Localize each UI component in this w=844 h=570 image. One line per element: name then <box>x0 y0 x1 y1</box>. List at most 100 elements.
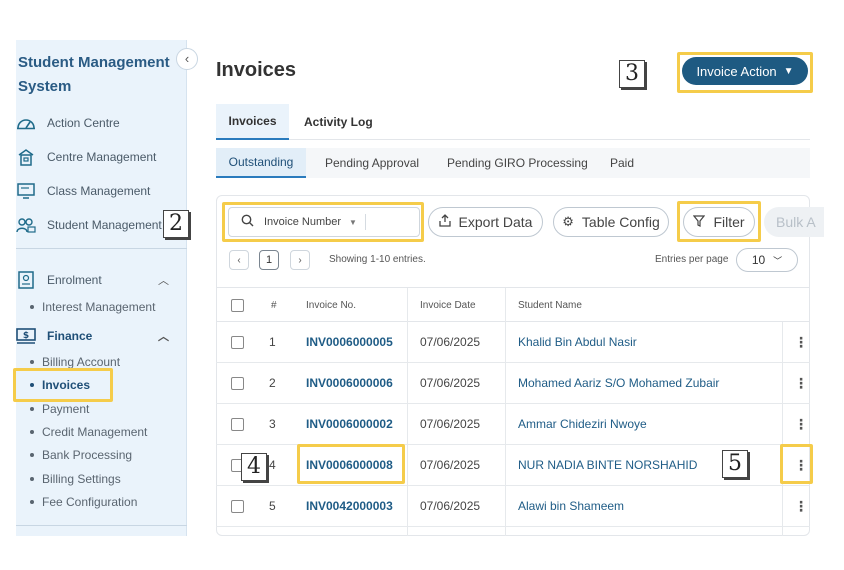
sidebar-subitem-bank-processing[interactable]: Bank Processing <box>30 447 132 463</box>
invoice-action-label: Invoice Action <box>696 63 777 79</box>
sidebar-subitem-billing-account[interactable]: Billing Account <box>30 354 120 370</box>
search-divider <box>364 214 366 230</box>
caret-down-icon: ▼ <box>349 217 357 227</box>
sidebar-subitem-credit-management[interactable]: Credit Management <box>30 424 147 440</box>
table-row[interactable]: 5 INV0042000003 07/06/2025 Alawi bin Sha… <box>216 486 810 527</box>
table-row[interactable]: 2 INV0006000006 07/06/2025 Mohamed Aariz… <box>216 363 810 404</box>
sidebar-item-enrolment[interactable]: Enrolment ︿ <box>16 268 187 292</box>
caret-down-icon: ▼ <box>783 65 794 77</box>
invoice-number-link[interactable]: INV0006000002 <box>306 404 393 444</box>
filter-icon <box>693 214 706 230</box>
class-icon <box>16 182 36 200</box>
status-subtabs: Outstanding Pending Approval Pending GIR… <box>216 148 810 178</box>
tab-invoices[interactable]: Invoices <box>216 104 289 140</box>
row-checkbox[interactable] <box>231 336 244 349</box>
showing-entries-text: Showing 1-10 entries. <box>329 254 426 265</box>
chevron-left-icon: ‹ <box>184 51 190 66</box>
dollar-icon: $ <box>16 327 36 345</box>
column-header-invoice-date[interactable]: Invoice Date <box>420 288 476 323</box>
select-all-checkbox[interactable] <box>231 299 244 312</box>
more-options-icon[interactable]: ⋮ <box>794 416 808 432</box>
invoice-number-link[interactable]: INV0006000005 <box>306 322 393 362</box>
sidebar-item-finance[interactable]: $ Finance ︿ <box>16 324 187 348</box>
more-options-icon[interactable]: ⋮ <box>794 334 808 350</box>
subtab-outstanding[interactable]: Outstanding <box>216 148 306 178</box>
bulk-action-button[interactable]: Bulk A <box>764 207 824 237</box>
row-number: 5 <box>269 499 276 513</box>
table-config-button[interactable]: ⚙ Table Config <box>553 207 669 237</box>
table-header: # Invoice No. Invoice Date Student Name <box>216 287 810 322</box>
page-title: Invoices <box>216 59 297 81</box>
student-name-link[interactable]: Mohamed Aariz S/O Mohamed Zubair <box>518 363 719 403</box>
row-checkbox[interactable] <box>231 418 244 431</box>
row-number: 4 <box>269 458 276 472</box>
more-options-icon[interactable]: ⋮ <box>794 375 808 391</box>
students-icon <box>16 216 36 234</box>
export-icon <box>438 214 451 230</box>
invoice-date: 07/06/2025 <box>420 335 481 349</box>
subtab-pending-approval[interactable]: Pending Approval <box>325 148 419 178</box>
sidebar-item-label: Class Management <box>47 184 151 198</box>
subtab-paid[interactable]: Paid <box>610 148 634 178</box>
sidebar-item-action-centre[interactable]: Action Centre <box>16 111 187 135</box>
search-field-select[interactable]: Invoice Number <box>264 216 341 228</box>
chevron-up-icon: ︿ <box>158 275 169 287</box>
chevron-up-icon: ︿ <box>158 331 169 343</box>
student-name-link[interactable]: NUR NADIA BINTE NORSHAHID <box>518 445 697 485</box>
step-marker: 5 <box>722 450 748 478</box>
svg-text:$: $ <box>23 331 29 341</box>
filter-button[interactable]: Filter <box>683 207 755 237</box>
step-marker: 3 <box>619 60 645 88</box>
export-data-button[interactable]: Export Data <box>428 207 543 237</box>
chevron-down-icon: ﹀ <box>773 255 783 266</box>
sidebar-subitem-billing-settings[interactable]: Billing Settings <box>30 471 121 487</box>
table-row[interactable]: 3 INV0006000002 07/06/2025 Ammar Chidezi… <box>216 404 810 445</box>
page-number-button[interactable]: 1 <box>259 250 279 270</box>
search-field[interactable]: Invoice Number ▼ <box>228 207 420 237</box>
entries-per-page-select[interactable]: 10 ﹀ <box>736 248 798 272</box>
more-options-icon[interactable]: ⋮ <box>794 498 808 514</box>
sidebar-divider <box>16 248 187 249</box>
row-number: 1 <box>269 335 276 349</box>
table-row[interactable]: 4 INV0006000008 07/06/2025 NUR NADIA BIN… <box>216 445 810 486</box>
sidebar-subitem-interest-management[interactable]: Interest Management <box>30 299 155 315</box>
sidebar-subitem-payment[interactable]: Payment <box>30 401 89 417</box>
next-page-button[interactable]: › <box>290 250 310 270</box>
invoice-number-link[interactable]: INV0006000008 <box>306 445 393 485</box>
step-marker: 4 <box>241 453 267 481</box>
column-header-student-name[interactable]: Student Name <box>518 288 582 323</box>
sidebar-item-label: Student Management <box>47 218 162 232</box>
enrolment-icon <box>16 271 36 289</box>
brand-title: Student Management System <box>18 54 170 95</box>
student-name-link[interactable]: Ammar Chideziri Nwoye <box>518 404 647 444</box>
row-number: 2 <box>269 376 276 390</box>
invoice-number-link[interactable]: INV0006000006 <box>306 363 393 403</box>
sidebar-subitem-invoices[interactable]: Invoices <box>30 377 90 393</box>
invoice-action-button[interactable]: Invoice Action ▼ <box>682 57 808 85</box>
sidebar-item-student-management[interactable]: Student Management <box>16 213 187 237</box>
prev-page-button[interactable]: ‹ <box>229 250 249 270</box>
subtab-pending-giro[interactable]: Pending GIRO Processing <box>447 148 588 178</box>
sidebar-item-class-management[interactable]: Class Management <box>16 179 187 203</box>
entries-per-page-label: Entries per page <box>655 254 729 265</box>
sidebar-collapse-button[interactable]: ‹ <box>176 48 198 70</box>
table-row[interactable]: 1 INV0006000005 07/06/2025 Khalid Bin Ab… <box>216 322 810 363</box>
invoice-date: 07/06/2025 <box>420 417 481 431</box>
tab-activity-log[interactable]: Activity Log <box>304 104 373 140</box>
sidebar-item-label: Centre Management <box>47 150 157 164</box>
sidebar: Student Management System Action Centre … <box>16 40 187 536</box>
gauge-icon <box>16 114 36 132</box>
sidebar-item-centre-management[interactable]: Centre Management <box>16 145 187 169</box>
column-header-number: # <box>271 300 277 311</box>
search-icon <box>241 214 254 230</box>
building-icon <box>16 148 36 166</box>
student-name-link[interactable]: Khalid Bin Abdul Nasir <box>518 322 637 362</box>
more-options-icon[interactable]: ⋮ <box>794 457 808 473</box>
invoice-number-link[interactable]: INV0042000003 <box>306 486 393 526</box>
sidebar-subitem-fee-configuration[interactable]: Fee Configuration <box>30 494 137 510</box>
row-checkbox[interactable] <box>231 377 244 390</box>
student-name-link[interactable]: Alawi bin Shameem <box>518 486 624 526</box>
column-header-invoice-no[interactable]: Invoice No. <box>306 288 356 323</box>
row-checkbox[interactable] <box>231 500 244 513</box>
sidebar-item-label: Finance <box>47 329 93 343</box>
